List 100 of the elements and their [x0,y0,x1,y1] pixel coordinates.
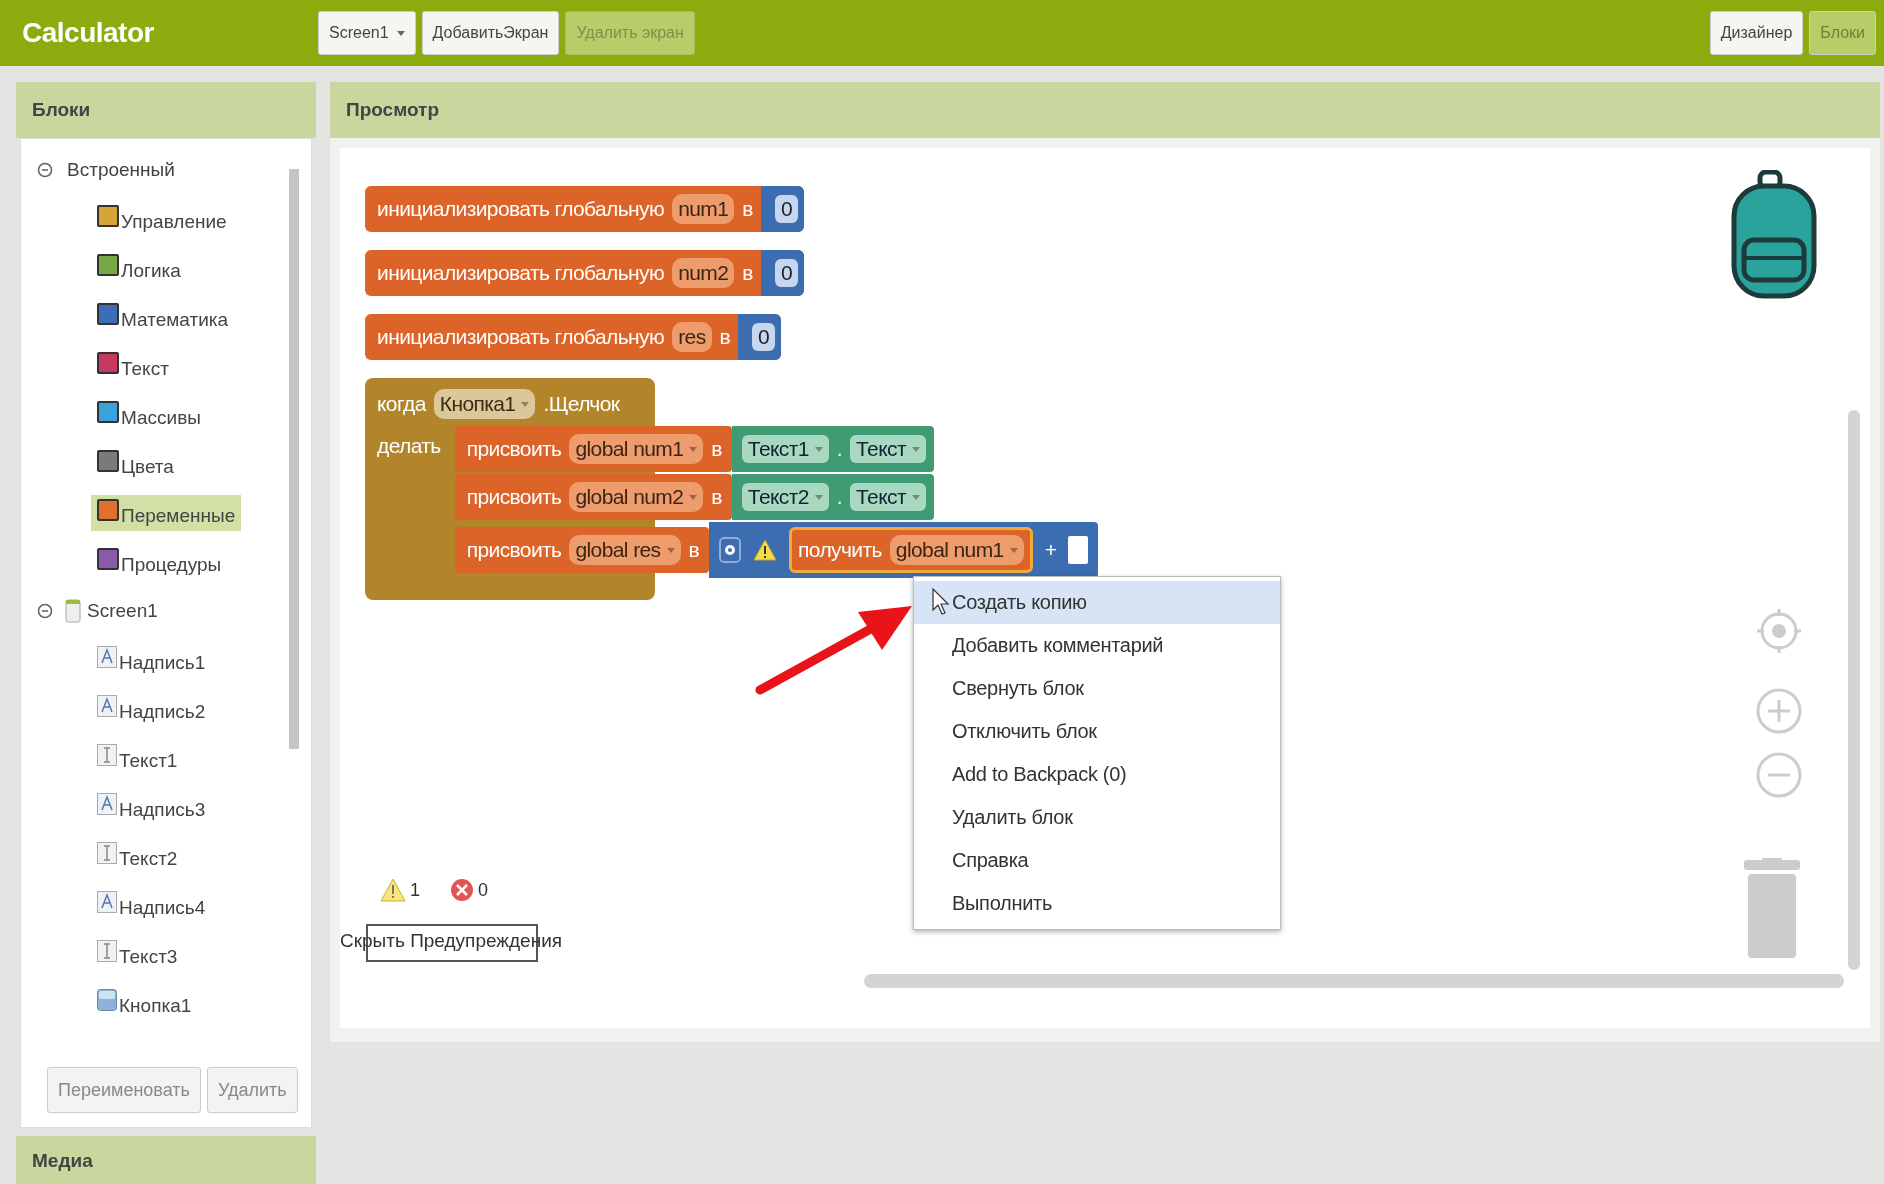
menu-item[interactable]: Удалить блок [914,796,1280,839]
empty-socket [1068,536,1089,564]
warning-icon[interactable] [753,539,778,561]
block-label: в [742,197,753,221]
textbox-component-icon [97,841,117,864]
tree-item[interactable]: Текст1 [91,739,184,776]
number-field[interactable]: 0 [774,259,798,287]
get-variable-block[interactable]: получить global num1 [789,527,1033,573]
tree-item[interactable]: Надпись3 [91,788,212,825]
caret-icon [396,30,405,36]
tree-item[interactable]: Математика [91,298,235,335]
vertical-scrollbar[interactable] [1848,410,1860,970]
menu-item[interactable]: Создать копию [914,581,1280,624]
caret-icon [521,401,530,407]
menu-item[interactable]: Отключить блок [914,710,1280,753]
caret-icon [911,494,920,500]
panel-header: Просмотр [330,82,1880,138]
tree-item[interactable]: Текст3 [91,935,184,972]
error-icon[interactable] [450,878,474,902]
warning-count: 1 [410,879,420,901]
variable-dropdown[interactable]: global num2 [569,482,704,512]
variable-dropdown[interactable]: global num1 [889,535,1024,565]
tree-item[interactable]: Процедуры [91,543,228,580]
label-component-icon [97,645,117,668]
tree-item[interactable]: Надпись1 [91,641,212,678]
component-property-block[interactable]: Текст1 . Текст [731,426,934,472]
tree-item[interactable]: Логика [91,249,187,286]
label-component-icon [97,890,117,913]
number-block[interactable]: 0 [760,250,804,296]
collapse-icon[interactable] [37,602,53,619]
variable-name-field[interactable]: num2 [672,258,735,288]
number-block[interactable]: 0 [760,186,804,232]
button-component-icon [97,988,117,1011]
app-title: Calculator [22,17,155,49]
menu-item[interactable]: Справка [914,839,1280,882]
math-block[interactable]: получить global num1 + [709,522,1099,578]
tree-item[interactable]: Кнопка1 [91,984,198,1021]
initialize-global-block[interactable]: инициализировать глобальную num2 в 0 [365,250,804,296]
panel-header: Блоки [16,82,316,138]
set-variable-block[interactable]: присвоить global num1 в [454,426,732,472]
view-toggle-button[interactable]: Дизайнер [1709,11,1804,55]
horizontal-scrollbar[interactable] [864,974,1844,988]
block-label: присвоить [466,538,562,562]
variable-dropdown[interactable]: global num1 [569,434,704,464]
phone-icon [65,598,81,623]
menu-item[interactable]: Свернуть блок [914,667,1280,710]
tree-item[interactable]: Переменные [91,494,242,531]
block-label: получить [798,538,882,562]
tree-item[interactable]: Надпись2 [91,690,212,727]
tree-item[interactable]: Встроенный [65,154,181,185]
property-dropdown[interactable]: Текст [850,435,926,463]
number-field[interactable]: 0 [774,195,798,223]
tree-item[interactable]: Screen1 [85,595,164,626]
block-label: присвоить [466,485,562,509]
component-dropdown[interactable]: Текст1 [741,435,829,463]
component-dropdown[interactable]: Текст2 [741,483,829,511]
tree-item[interactable]: Надпись4 [91,886,212,923]
property-dropdown[interactable]: Текст [850,483,926,511]
variable-name-field[interactable]: num1 [672,194,735,224]
caret-icon [1009,547,1018,553]
caret-icon [666,547,675,553]
gear-icon[interactable] [719,537,742,563]
initialize-global-block[interactable]: инициализировать глобальную num1 в 0 [365,186,804,232]
menu-item[interactable]: Выполнить [914,882,1280,925]
initialize-global-block[interactable]: инициализировать глобальную res в 0 [365,314,782,360]
block-label: инициализировать глобальную [377,325,665,349]
component-dropdown[interactable]: Кнопка1 [433,389,536,419]
menu-item[interactable]: Add to Backpack (0) [914,753,1280,796]
textbox-component-icon [97,939,117,962]
warning-icon[interactable] [380,878,406,902]
textbox-component-icon [97,743,117,766]
block-label: в [719,325,731,349]
set-variable-block[interactable]: присвоить global num2 в [454,474,732,520]
label-component-icon [97,694,117,717]
toolbar-button[interactable]: ДобавитьЭкран [421,11,560,55]
tree-item[interactable]: Цвета [91,445,180,482]
menu-item[interactable]: Добавить комментарий [914,624,1280,667]
caret-icon [689,494,698,500]
tree-item[interactable]: Массивы [91,396,207,433]
blocks-workspace[interactable] [340,148,1870,1028]
collapse-icon[interactable] [37,161,53,178]
tree-item[interactable]: Управление [91,200,233,237]
screen-dropdown[interactable]: Screen1 [318,11,416,55]
set-variable-block[interactable]: присвоить global res в [454,527,710,573]
label-component-icon [97,792,117,815]
tree-item[interactable]: Текст [91,347,175,384]
block-label: присвоить [466,437,562,461]
number-block[interactable]: 0 [738,314,782,360]
component-property-block[interactable]: Текст2 . Текст [731,474,934,520]
variable-dropdown[interactable]: global res [569,535,681,565]
error-count: 0 [478,879,489,901]
variable-name-field[interactable]: res [672,322,712,352]
caret-icon [911,446,920,452]
block-label: .Щелчок [543,392,620,416]
tree-item[interactable]: Текст2 [91,837,184,874]
dot-label: . [836,437,843,461]
number-field[interactable]: 0 [752,323,776,351]
block-label: инициализировать глобальную [377,197,665,221]
caret-icon [814,446,823,452]
block-label: инициализировать глобальную [377,261,665,285]
